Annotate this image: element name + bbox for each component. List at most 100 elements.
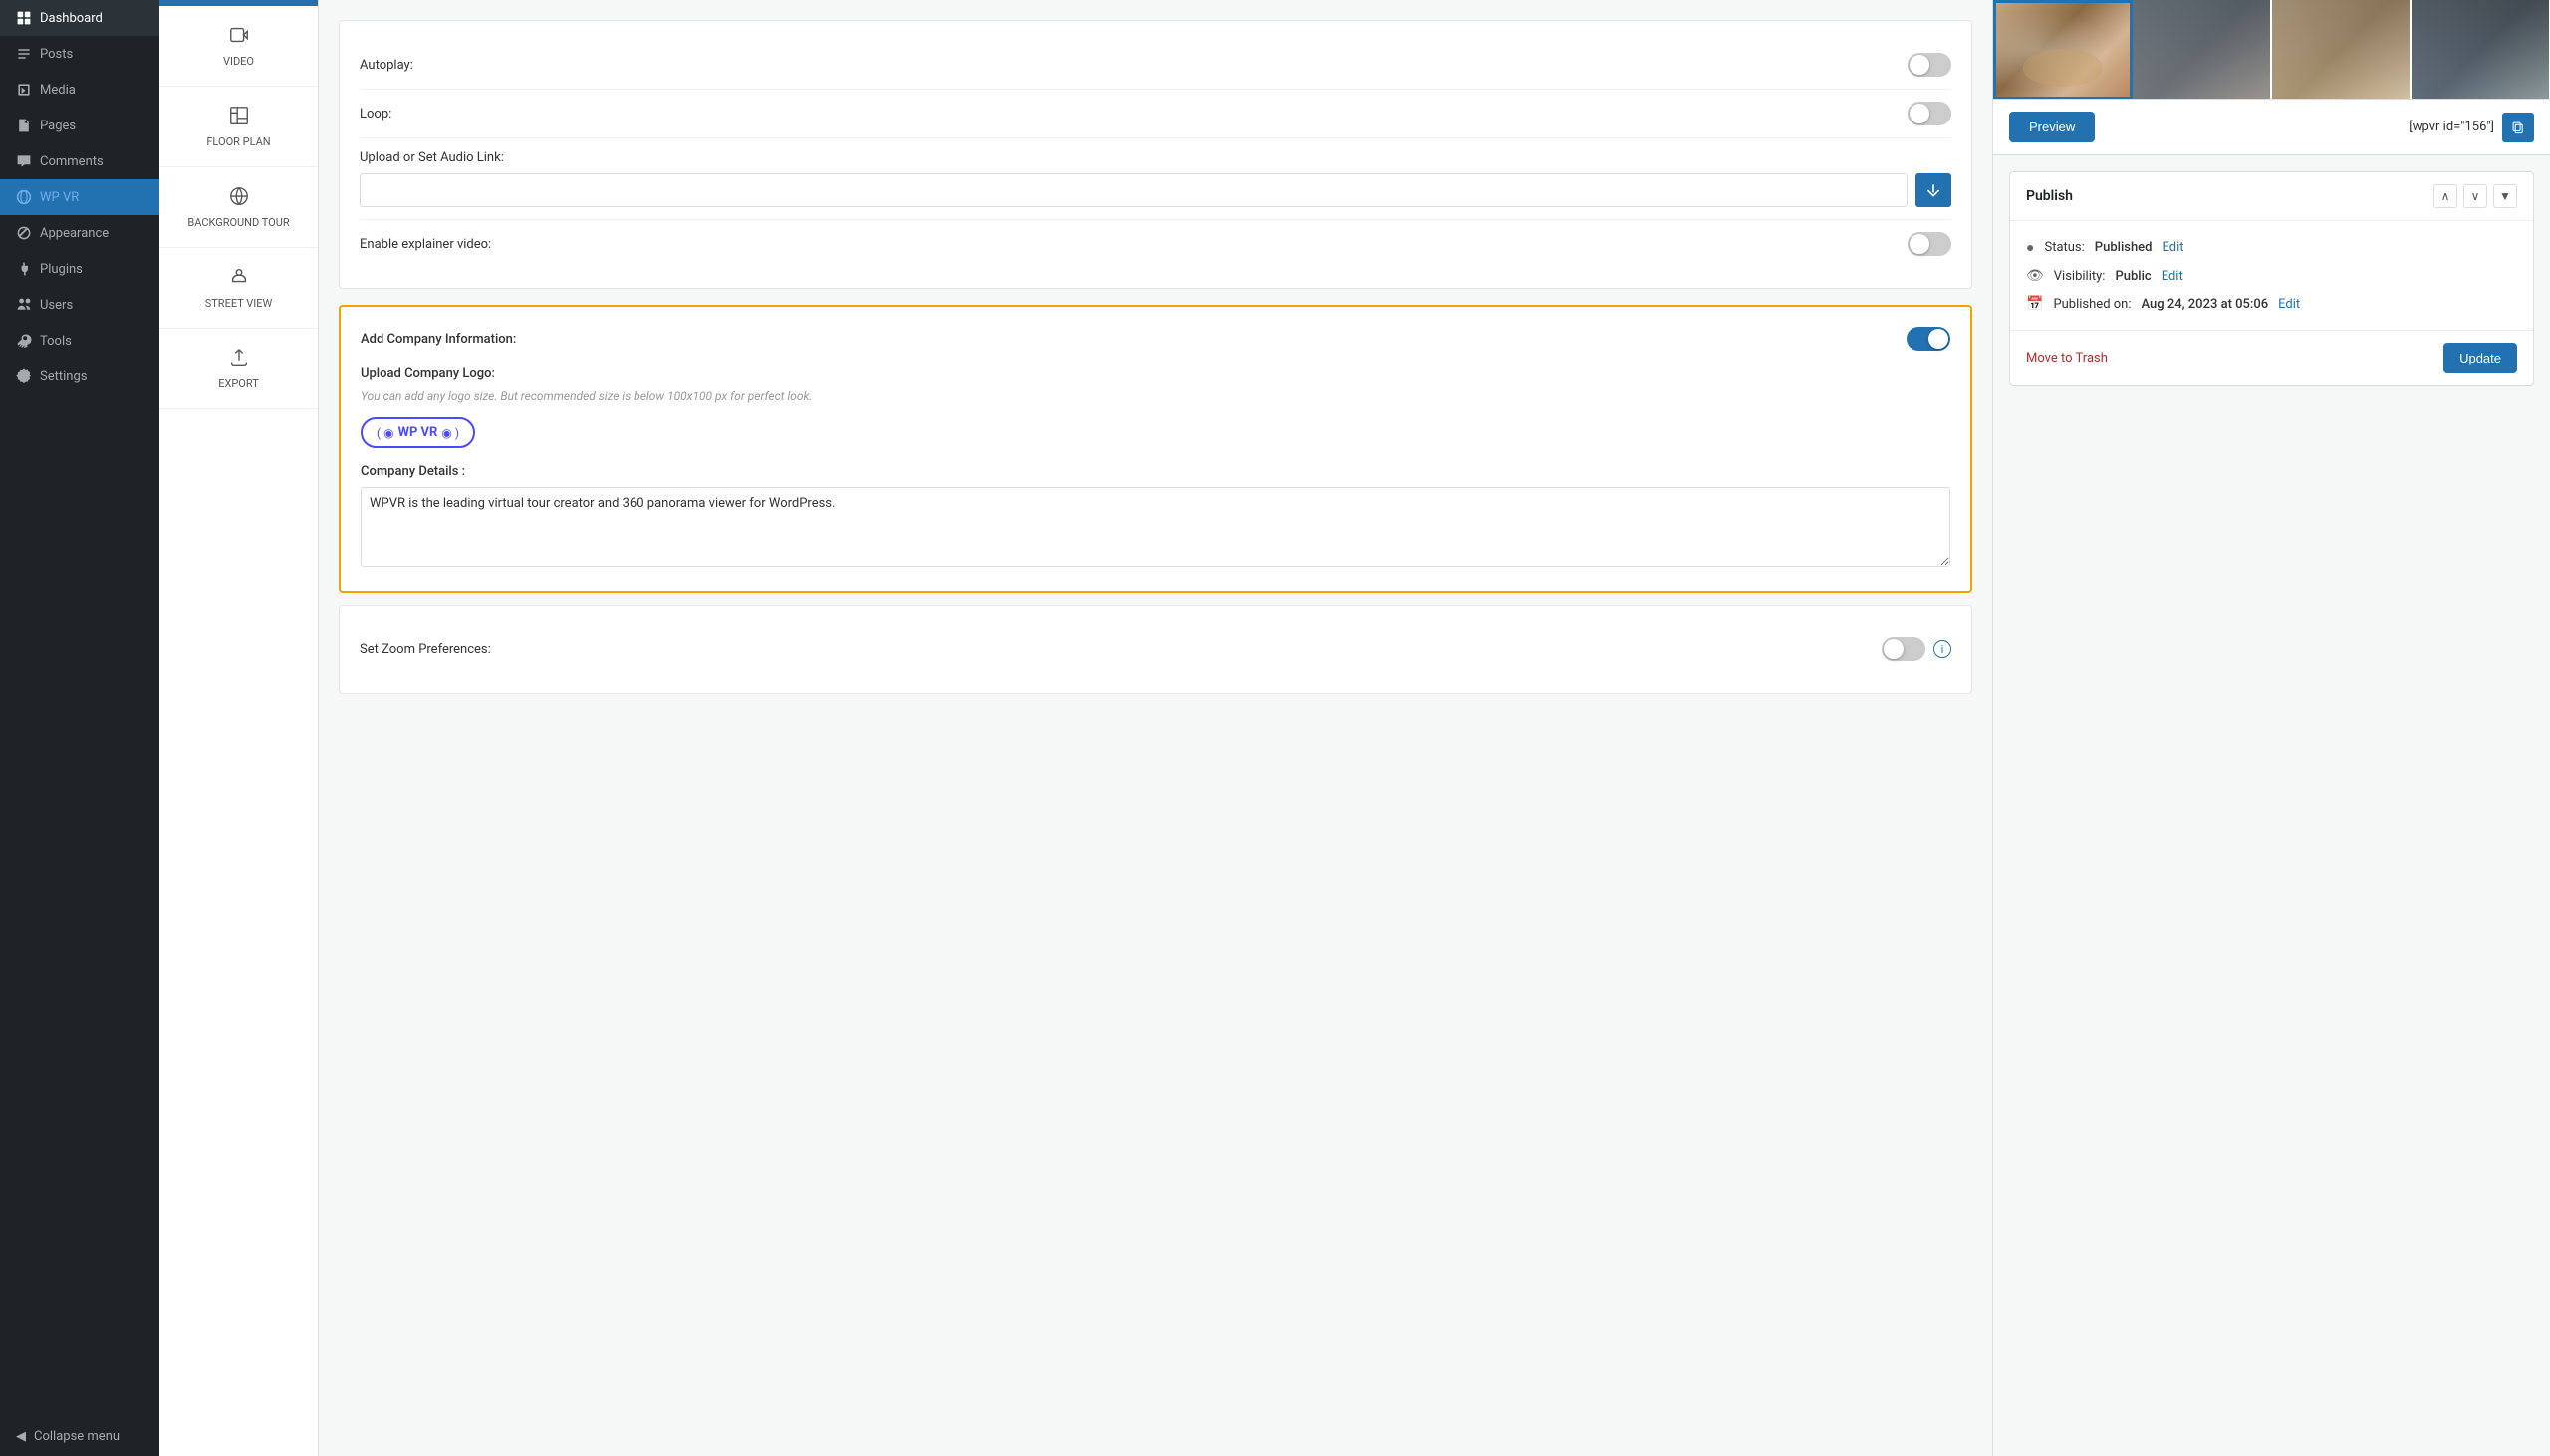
sidebar-item-dashboard[interactable]: Dashboard: [0, 0, 159, 36]
preview-bar: Preview [wpvr id="156"]: [1993, 100, 2550, 155]
background-icon: [228, 185, 250, 210]
logo-preview[interactable]: ( ◉ WP VR ◉ ): [361, 417, 475, 448]
nav-video-label: VIDEO: [223, 55, 254, 68]
explainer-toggle[interactable]: [1908, 232, 1951, 256]
audio-link-button[interactable]: [1915, 173, 1951, 207]
sidebar-item-plugins[interactable]: Plugins: [0, 251, 159, 287]
company-info-box: Add Company Information: Upload Company …: [339, 305, 1972, 593]
shortcode-display: [wpvr id="156"]: [2409, 113, 2534, 142]
sidebar-item-appearance[interactable]: Appearance: [0, 215, 159, 251]
sidebar-item-users[interactable]: Users: [0, 287, 159, 323]
export-icon: [228, 347, 250, 371]
sidebar-item-label: Comments: [40, 154, 104, 169]
zoom-info-icon[interactable]: i: [1933, 640, 1951, 658]
update-button[interactable]: Update: [2443, 343, 2517, 373]
company-details-textarea[interactable]: WPVR is the leading virtual tour creator…: [361, 487, 1950, 567]
pages-icon: [16, 118, 32, 133]
tools-icon: [16, 333, 32, 349]
loop-row: Loop:: [360, 90, 1951, 138]
dashboard-icon: [16, 10, 32, 26]
published-edit-link[interactable]: Edit: [2278, 297, 2300, 312]
sidebar-item-label: Posts: [40, 47, 73, 62]
visibility-value: Public: [2115, 269, 2151, 284]
publish-collapse-up[interactable]: ∧: [2433, 184, 2457, 208]
posts-icon: [16, 46, 32, 62]
sidebar-item-label: Dashboard: [40, 11, 103, 26]
zoom-label: Set Zoom Preferences:: [360, 642, 491, 657]
zoom-section: Set Zoom Preferences: i: [339, 605, 1972, 694]
nav-background-label: BACKGROUND TOUR: [187, 216, 289, 229]
sidebar-item-wpvr[interactable]: WP VR: [0, 179, 159, 215]
thumbnail-2[interactable]: [2133, 0, 2272, 100]
video-icon: [228, 24, 250, 49]
audio-link-input-row: [360, 173, 1951, 207]
sidebar-item-posts[interactable]: Posts: [0, 36, 159, 72]
floorplan-icon: [228, 105, 250, 129]
thumbnail-4[interactable]: [2412, 0, 2550, 100]
shortcode-text: [wpvr id="156"]: [2409, 120, 2494, 134]
audio-link-input[interactable]: [360, 173, 1908, 207]
company-details-section: Company Details : WPVR is the leading vi…: [361, 464, 1950, 571]
copy-button[interactable]: [2502, 113, 2534, 142]
sidebar-item-tools[interactable]: Tools: [0, 323, 159, 359]
publish-collapse-down[interactable]: ∨: [2463, 184, 2487, 208]
zoom-controls: i: [1882, 637, 1951, 661]
thumbnail-3[interactable]: [2272, 0, 2412, 100]
media-icon: [16, 82, 32, 98]
upload-logo-section: Upload Company Logo: You can add any log…: [361, 366, 1950, 448]
sidebar-item-label: WP VR: [40, 190, 79, 205]
published-label: Published on:: [2053, 297, 2131, 312]
loop-toggle[interactable]: [1908, 102, 1951, 125]
company-info-header: Add Company Information:: [361, 327, 1950, 351]
publish-close[interactable]: ▼: [2493, 184, 2517, 208]
logo-preview-icon: ( ◉: [377, 426, 394, 440]
sidebar-item-label: Plugins: [40, 262, 83, 277]
nav-video[interactable]: VIDEO: [159, 6, 318, 87]
visibility-edit-link[interactable]: Edit: [2162, 269, 2183, 284]
publish-date-row: 📅 Published on: Aug 24, 2023 at 05:06 Ed…: [2026, 290, 2517, 318]
thumbnail-strip: [1993, 0, 2550, 100]
calendar-icon: 📅: [2026, 296, 2043, 312]
upload-logo-hint: You can add any logo size. But recommend…: [361, 387, 1950, 405]
sidebar-item-comments[interactable]: Comments: [0, 143, 159, 179]
company-info-toggle[interactable]: [1907, 327, 1950, 351]
visibility-label: Visibility:: [2054, 269, 2106, 284]
nav-background[interactable]: BACKGROUND TOUR: [159, 167, 318, 248]
status-value: Published: [2095, 240, 2153, 255]
publish-box: Publish ∧ ∨ ▼ ● Status: Published Edit 👁…: [2009, 171, 2534, 386]
nav-export-label: EXPORT: [218, 377, 259, 390]
preview-button[interactable]: Preview: [2009, 112, 2095, 142]
audio-settings-section: Autoplay: Loop: Upload or Set Audio Link…: [339, 20, 1972, 289]
thumbnail-1[interactable]: [1993, 0, 2133, 100]
sidebar-item-settings[interactable]: Settings: [0, 359, 159, 394]
appearance-icon: [16, 225, 32, 241]
main-content: VIDEO FLOOR PLAN BACKGROUND TOUR: [159, 0, 2550, 1456]
status-edit-link[interactable]: Edit: [2162, 240, 2183, 255]
autoplay-label: Autoplay:: [360, 58, 413, 73]
publish-status-row: ● Status: Published Edit: [2026, 233, 2517, 262]
nav-floorplan-label: FLOOR PLAN: [206, 135, 270, 148]
collapse-menu[interactable]: ◀ Collapse menu: [0, 1417, 159, 1456]
publish-body: ● Status: Published Edit 👁 Visibility: P…: [2010, 221, 2533, 330]
autoplay-toggle[interactable]: [1908, 53, 1951, 77]
upload-logo-label: Upload Company Logo:: [361, 366, 1950, 381]
nav-floorplan[interactable]: FLOOR PLAN: [159, 87, 318, 167]
sidebar-item-label: Media: [40, 83, 76, 98]
nav-streetview[interactable]: STREET VIEW: [159, 248, 318, 329]
move-trash-button[interactable]: Move to Trash: [2026, 351, 2108, 365]
status-label: Status:: [2044, 240, 2084, 255]
plugins-icon: [16, 261, 32, 277]
sidebar-item-label: Tools: [40, 334, 72, 349]
publish-footer: Move to Trash Update: [2010, 330, 2533, 385]
sidebar-item-label: Pages: [40, 119, 76, 133]
publish-title: Publish: [2026, 188, 2073, 204]
company-info-title: Add Company Information:: [361, 332, 516, 347]
nav-export[interactable]: EXPORT: [159, 329, 318, 409]
sidebar-item-media[interactable]: Media: [0, 72, 159, 108]
nav-streetview-label: STREET VIEW: [205, 297, 273, 310]
published-value: Aug 24, 2023 at 05:06: [2142, 297, 2269, 312]
sidebar-item-pages[interactable]: Pages: [0, 108, 159, 143]
company-details-label: Company Details :: [361, 464, 1950, 479]
audio-link-label: Upload or Set Audio Link:: [360, 150, 1951, 165]
zoom-toggle[interactable]: [1882, 637, 1925, 661]
